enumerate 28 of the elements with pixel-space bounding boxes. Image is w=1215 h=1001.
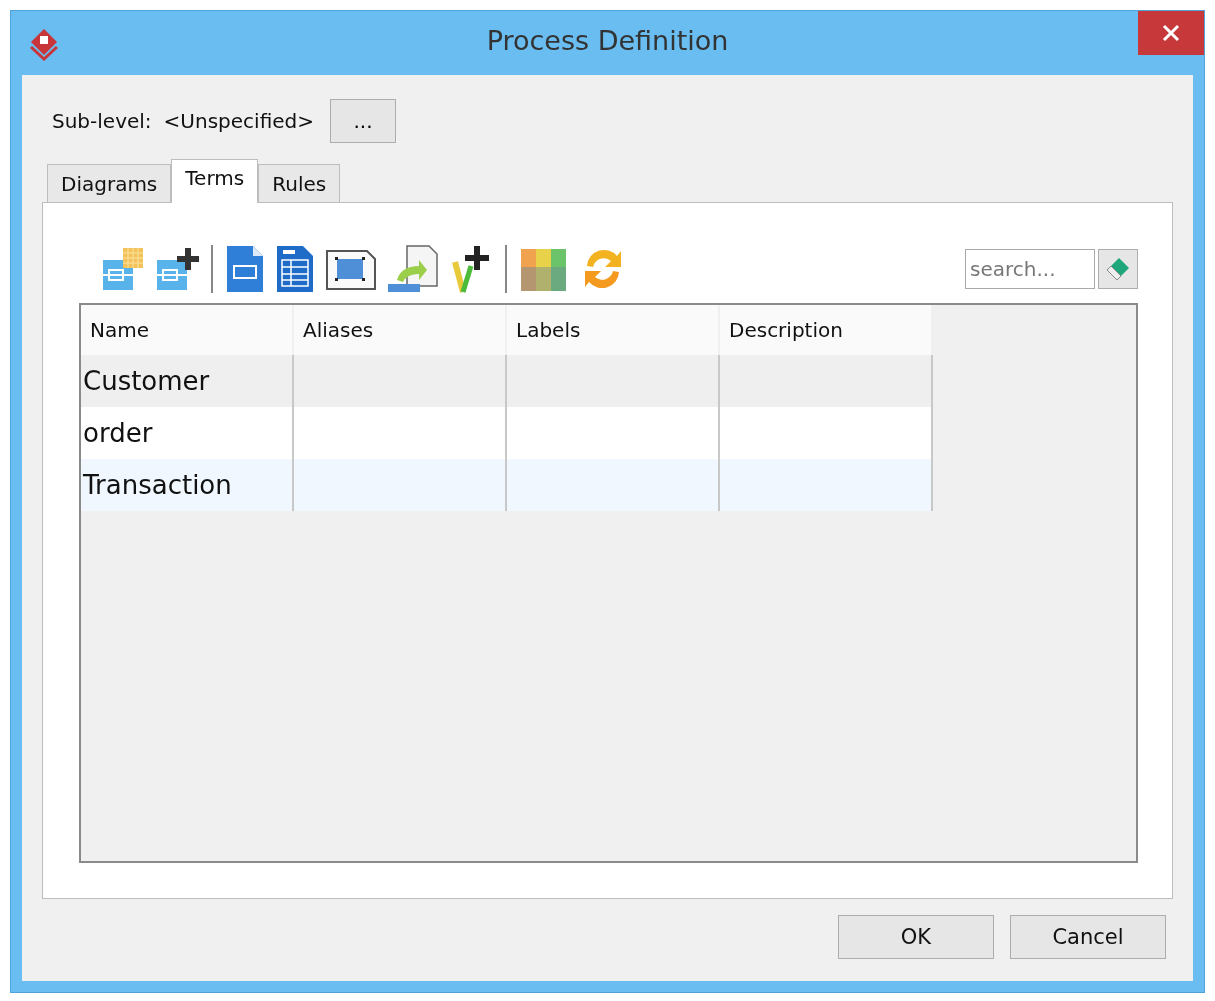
document-icon[interactable] — [225, 244, 265, 294]
app-logo-icon — [29, 27, 59, 61]
column-header[interactable]: Aliases — [294, 305, 507, 355]
close-button[interactable] — [1138, 11, 1204, 55]
export-icon[interactable] — [387, 244, 439, 294]
window-title: Process Definition — [485, 25, 730, 56]
column-header[interactable]: Labels — [507, 305, 720, 355]
clear-search-button[interactable] — [1098, 249, 1138, 289]
frame-icon[interactable] — [325, 247, 377, 291]
ok-button[interactable]: OK — [838, 915, 994, 959]
cancel-button[interactable]: Cancel — [1010, 915, 1166, 959]
sub-level-value: <Unspecified> — [163, 109, 314, 133]
add-element-icon[interactable] — [155, 246, 199, 292]
eraser-icon — [1105, 256, 1131, 282]
table-document-icon[interactable] — [275, 244, 315, 294]
browse-button[interactable]: ... — [330, 99, 396, 143]
table-cell: Customer — [81, 355, 294, 407]
tab[interactable]: Diagrams — [47, 164, 172, 202]
table-cell: Transaction — [81, 459, 294, 511]
sub-level-label: Sub-level: — [52, 109, 152, 133]
search-field[interactable]: search... — [965, 249, 1095, 289]
table-cell: order — [81, 407, 294, 459]
table-add-icon[interactable] — [101, 246, 145, 292]
column-header[interactable]: Name — [81, 305, 294, 355]
tab[interactable]: Rules — [258, 164, 341, 202]
close-icon — [1162, 24, 1180, 42]
column-header[interactable]: Description — [720, 305, 933, 355]
tab[interactable]: Terms — [171, 159, 259, 203]
